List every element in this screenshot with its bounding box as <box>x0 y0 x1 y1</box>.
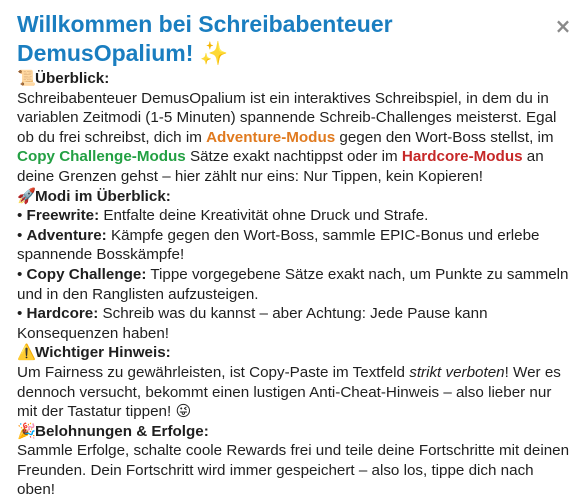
title-line-1: Willkommen bei Schreibabenteuer <box>17 11 393 37</box>
warning-icon: ⚠️ <box>17 343 36 362</box>
list-item: • Copy Challenge: Tippe vorgegebene Sätz… <box>17 265 569 303</box>
list-item: • Freewrite: Entfalte deine Kreativität … <box>17 207 429 225</box>
list-item: • Hardcore: Schreib was du kannst – aber… <box>17 305 488 342</box>
emphasis-text: strikt verboten <box>409 363 505 381</box>
adventure-mode-highlight: Adventure-Modus <box>206 128 336 146</box>
modes-heading: 🚀Modi im Überblick: <box>17 186 171 205</box>
rewards-heading: 🎉Belohnungen & Erfolge: <box>17 421 209 440</box>
winking-tongue-icon: 😜 <box>175 402 192 421</box>
close-icon: × <box>554 14 572 38</box>
party-popper-icon: 🎉 <box>17 421 36 440</box>
rewards-text: Sammle Erfolge, schalte coole Rewards fr… <box>17 442 570 499</box>
close-button[interactable]: × <box>553 14 573 38</box>
copy-mode-highlight: Copy Challenge-Modus <box>17 148 186 166</box>
title-line-2: DemusOpalium! <box>17 40 194 66</box>
dialog-content: 📜Überblick: Schreibabenteuer DemusOpaliu… <box>17 69 571 500</box>
rocket-icon: 🚀 <box>17 186 36 205</box>
overview-heading: 📜Überblick: <box>17 69 110 87</box>
welcome-dialog: × Willkommen bei Schreibabenteuer DemusO… <box>0 0 585 498</box>
overview-text: Schreibabenteuer DemusOpalium ist ein in… <box>17 89 557 185</box>
scroll-icon: 📜 <box>17 69 36 87</box>
list-item: • Adventure: Kämpfe gegen den Wort-Boss,… <box>17 226 540 264</box>
sparkles-icon: ✨ <box>199 41 229 67</box>
dialog-title: Willkommen bei Schreibabenteuer DemusOpa… <box>17 10 537 69</box>
warning-text: Um Fairness zu gewährleisten, ist Copy-P… <box>17 363 561 421</box>
warning-heading: ⚠️Wichtiger Hinweis: <box>17 343 171 362</box>
hardcore-mode-highlight: Hardcore-Modus <box>401 148 523 166</box>
